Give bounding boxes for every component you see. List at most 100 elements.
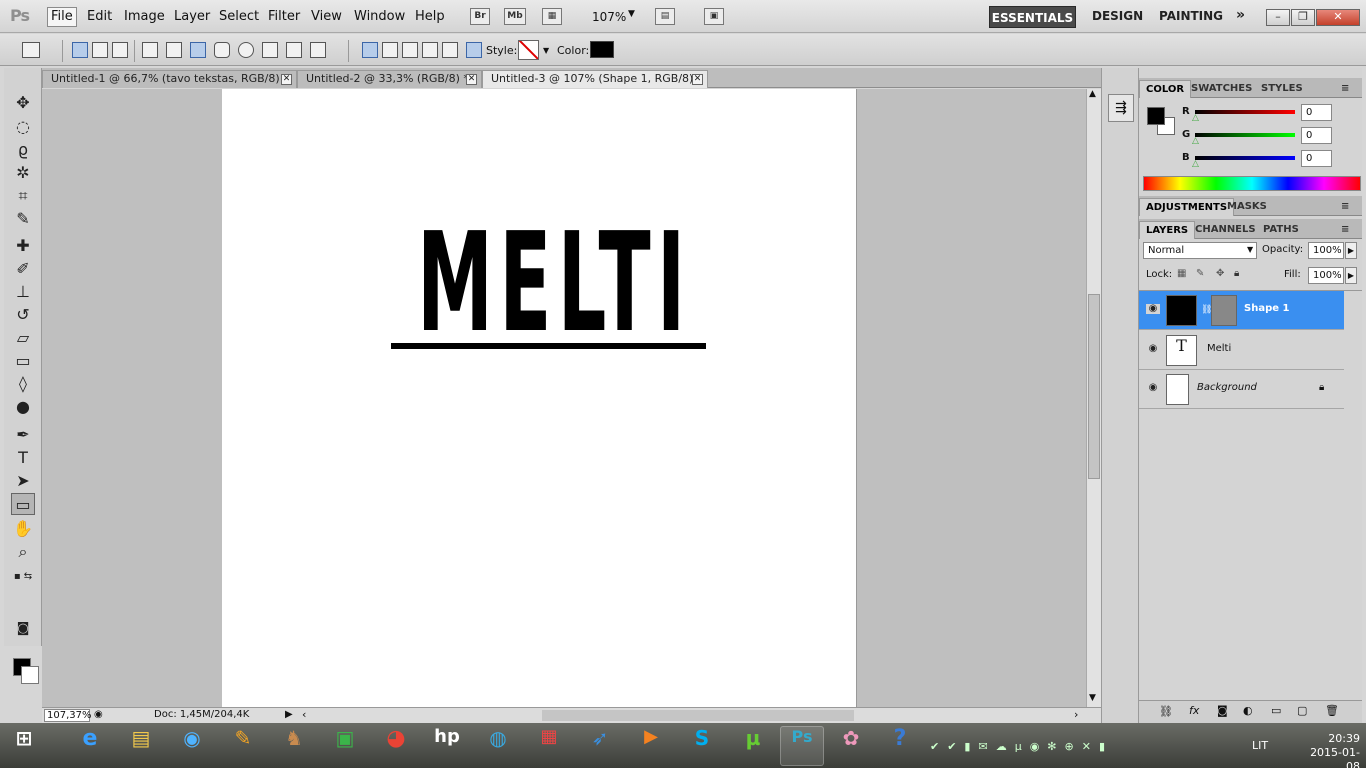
type-tool-icon[interactable]: T bbox=[11, 447, 35, 469]
horizontal-scroll-thumb[interactable] bbox=[542, 710, 854, 721]
lock-image-icon[interactable]: ✎ bbox=[1196, 268, 1204, 279]
lock-position-icon[interactable]: ✥ bbox=[1216, 268, 1224, 279]
slider-handle-icon[interactable]: △ bbox=[1192, 159, 1199, 169]
layer-name[interactable]: Shape 1 bbox=[1244, 303, 1289, 314]
path-selection-icon[interactable]: ➤ bbox=[11, 470, 35, 492]
healing-brush-icon[interactable]: ✚ bbox=[11, 235, 35, 257]
restore-button[interactable]: ❐ bbox=[1291, 9, 1315, 26]
start-button-icon[interactable]: ⊞ bbox=[2, 726, 46, 766]
new-shape-layer-icon[interactable] bbox=[362, 42, 378, 58]
menu-window[interactable]: Window bbox=[354, 9, 405, 24]
scroll-left-icon[interactable]: ‹ bbox=[302, 708, 306, 721]
style-picker[interactable] bbox=[518, 40, 539, 60]
tab-untitled-1[interactable]: Untitled-1 @ 66,7% (tavo tekstas, RGB/8)… bbox=[42, 70, 297, 88]
menu-file[interactable]: File bbox=[47, 7, 77, 27]
blur-tool-icon[interactable]: ◊ bbox=[11, 373, 35, 395]
freeform-pen-icon[interactable] bbox=[166, 42, 182, 58]
tab-styles[interactable]: STYLES bbox=[1255, 80, 1309, 98]
app-icon[interactable]: ✎ bbox=[221, 726, 265, 766]
chevron-down-icon[interactable]: ▼ bbox=[628, 9, 635, 19]
close-button[interactable]: ✕ bbox=[1316, 9, 1360, 26]
shape-1-rectangle[interactable] bbox=[391, 343, 706, 349]
b-slider[interactable] bbox=[1195, 156, 1295, 160]
menu-edit[interactable]: Edit bbox=[87, 9, 112, 24]
video-icon[interactable]: ▶ bbox=[629, 726, 673, 766]
marquee-tool-icon[interactable]: ◌ bbox=[11, 116, 35, 138]
menu-layer[interactable]: Layer bbox=[174, 9, 210, 24]
store-icon[interactable]: ▣ bbox=[323, 726, 367, 766]
new-group-icon[interactable]: ▭ bbox=[1271, 704, 1281, 717]
ellipse-icon[interactable] bbox=[238, 42, 254, 58]
fg-color-preview[interactable] bbox=[1147, 107, 1165, 125]
paint-icon[interactable]: ✿ bbox=[829, 726, 873, 766]
lock-all-icon[interactable]: 🔒︎ bbox=[1234, 268, 1239, 279]
menu-filter[interactable]: Filter bbox=[268, 9, 300, 24]
rectangle-tool-icon[interactable]: ▭ bbox=[11, 493, 35, 515]
add-to-shape-icon[interactable] bbox=[382, 42, 398, 58]
close-tab-icon[interactable]: ✕ bbox=[692, 74, 703, 85]
workspace-design[interactable]: DESIGN bbox=[1092, 9, 1143, 23]
chevron-down-icon[interactable]: ▼ bbox=[543, 46, 549, 55]
hp-icon[interactable]: hp bbox=[425, 726, 469, 766]
internet-explorer-icon[interactable]: e bbox=[68, 726, 112, 766]
pen-tool-icon[interactable] bbox=[142, 42, 158, 58]
menu-select[interactable]: Select bbox=[219, 9, 259, 24]
delete-layer-icon[interactable]: 🗑︎ bbox=[1325, 704, 1339, 717]
blend-mode-select[interactable]: Normal bbox=[1143, 242, 1257, 259]
input-language[interactable]: LIT bbox=[1252, 739, 1268, 752]
tray-icons[interactable]: ✔✔▮✉☁µ◉✻⊕✕▮ bbox=[930, 740, 1113, 753]
tab-channels[interactable]: CHANNELS bbox=[1189, 221, 1262, 239]
exclude-shape-icon[interactable] bbox=[442, 42, 458, 58]
opacity-arrow-icon[interactable]: ▶ bbox=[1345, 242, 1357, 259]
chevron-down-icon[interactable]: ▼ bbox=[1247, 245, 1253, 254]
chrome-icon[interactable]: ◕ bbox=[374, 726, 418, 766]
utorrent-icon[interactable]: µ bbox=[731, 726, 775, 766]
layer-name[interactable]: Background bbox=[1197, 382, 1257, 393]
polygon-icon[interactable] bbox=[262, 42, 278, 58]
slider-handle-icon[interactable]: △ bbox=[1192, 136, 1199, 146]
menu-help[interactable]: Help bbox=[415, 9, 445, 24]
shape-color-swatch[interactable] bbox=[590, 41, 614, 58]
rocket-icon[interactable]: ➶ bbox=[578, 726, 622, 766]
zoom-level[interactable]: 107% bbox=[592, 10, 626, 24]
close-tab-icon[interactable]: ✕ bbox=[466, 74, 477, 85]
color-spectrum[interactable] bbox=[1143, 176, 1361, 191]
fill-pixels-icon[interactable] bbox=[112, 42, 128, 58]
add-mask-icon[interactable]: ◙ bbox=[1217, 704, 1228, 717]
tab-paths[interactable]: PATHS bbox=[1257, 221, 1305, 239]
layer-name[interactable]: Melti bbox=[1207, 343, 1231, 354]
tab-masks[interactable]: MASKS bbox=[1221, 198, 1273, 216]
tab-color[interactable]: COLOR bbox=[1139, 80, 1192, 98]
fill-field[interactable]: 100% bbox=[1308, 267, 1344, 284]
tab-untitled-2[interactable]: Untitled-2 @ 33,3% (RGB/8) * ✕ bbox=[297, 70, 482, 88]
hand-tool-icon[interactable]: ✋ bbox=[11, 518, 35, 540]
canvas-text-melti[interactable]: MELTI bbox=[417, 215, 691, 352]
layer-row-background[interactable]: ◉ Background 🔒︎ bbox=[1139, 370, 1344, 409]
vertical-scroll-thumb[interactable] bbox=[1088, 294, 1100, 479]
file-explorer-icon[interactable]: ▤ bbox=[119, 726, 163, 766]
panel-menu-icon[interactable]: ≡ bbox=[1335, 80, 1355, 98]
rounded-rectangle-icon[interactable] bbox=[214, 42, 230, 58]
opacity-field[interactable]: 100% bbox=[1308, 242, 1344, 259]
quick-mask-icon[interactable]: ◙ bbox=[11, 618, 35, 640]
zoom-field[interactable]: 107,37% bbox=[44, 709, 92, 722]
crop-tool-icon[interactable]: ⌗ bbox=[11, 185, 35, 207]
lasso-tool-icon[interactable]: ϱ bbox=[11, 139, 35, 161]
arrange-documents-icon[interactable]: ▤ bbox=[655, 8, 675, 25]
intersect-shape-icon[interactable] bbox=[422, 42, 438, 58]
link-style-icon[interactable] bbox=[466, 42, 482, 58]
lock-transparency-icon[interactable]: ▦ bbox=[1177, 268, 1186, 279]
view-extras-icon[interactable]: ▦ bbox=[542, 8, 562, 25]
r-slider[interactable] bbox=[1195, 110, 1295, 114]
screen-mode-icon[interactable]: ▣ bbox=[704, 8, 724, 25]
custom-shape-icon[interactable] bbox=[310, 42, 326, 58]
apps-grid-icon[interactable]: ▦ bbox=[527, 726, 571, 766]
skype-icon[interactable]: S bbox=[680, 726, 724, 766]
clone-stamp-icon[interactable]: ⊥ bbox=[11, 281, 35, 303]
shape-layers-icon[interactable] bbox=[72, 42, 88, 58]
tool-preset-icon[interactable] bbox=[22, 42, 40, 58]
workspace-painting[interactable]: PAINTING bbox=[1159, 9, 1223, 23]
b-value[interactable]: 0 bbox=[1301, 150, 1332, 167]
help-icon[interactable]: ? bbox=[878, 726, 922, 766]
panel-menu-icon[interactable]: ≡ bbox=[1335, 198, 1355, 216]
